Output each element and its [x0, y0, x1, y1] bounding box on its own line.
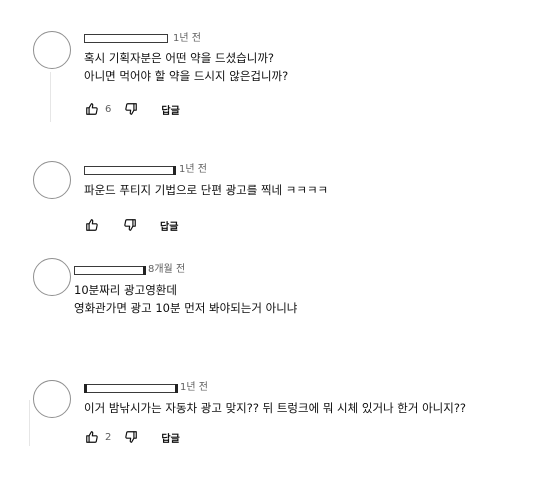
reply-button[interactable]: 답글 — [161, 102, 179, 117]
thumbs-up-icon[interactable] — [84, 217, 100, 233]
comment-text-line: 영화관가면 광고 10분 먼저 봐야되는거 아니냐 — [74, 301, 298, 315]
thumbs-down-icon[interactable] — [123, 429, 139, 445]
comment-text-line: 10분짜리 광고영환데 — [74, 283, 177, 297]
thumbs-down-icon[interactable] — [123, 101, 139, 117]
avatar[interactable] — [33, 258, 71, 296]
author-name-redacted[interactable] — [84, 34, 168, 43]
thumbs-up-icon[interactable] — [84, 101, 100, 117]
comment-text-line: 아니면 먹어야 할 약을 드시지 않은겁니까? — [84, 69, 289, 83]
comment-actions: 답글 — [84, 217, 178, 233]
comment-actions: 2 답글 — [84, 429, 180, 445]
comment-time[interactable]: 8개월 전 — [148, 264, 185, 276]
thumbs-up-icon[interactable] — [84, 429, 100, 445]
comment-time[interactable]: 1년 전 — [179, 164, 207, 176]
reply-button[interactable]: 답글 — [160, 218, 178, 233]
reply-button[interactable]: 답글 — [161, 430, 179, 445]
author-name-redacted[interactable] — [84, 384, 178, 393]
reply-thread-line — [29, 400, 30, 446]
avatar[interactable] — [33, 380, 71, 418]
like-count: 2 — [105, 431, 112, 443]
comment-text-line: 파운드 푸티지 기법으로 단편 광고를 찍네 ㅋㅋㅋㅋ — [84, 183, 329, 197]
comment-text-line: 혹시 기획자분은 어떤 약을 드셨습니까? — [84, 51, 275, 65]
comment-time[interactable]: 1년 전 — [180, 382, 208, 394]
comment-actions: 6 답글 — [84, 101, 180, 117]
comment-time[interactable]: 1년 전 — [173, 33, 201, 45]
avatar[interactable] — [33, 161, 71, 199]
author-name-redacted[interactable] — [84, 166, 176, 175]
author-name-redacted[interactable] — [74, 266, 146, 275]
thumbs-down-icon[interactable] — [122, 217, 138, 233]
comment-text-line: 이거 밤낚시가는 자동차 광고 맞지?? 뒤 트렁크에 뭐 시체 있거나 한거 … — [84, 401, 467, 415]
avatar[interactable] — [33, 31, 71, 69]
reply-thread-line — [50, 72, 51, 122]
like-count: 6 — [105, 103, 112, 115]
